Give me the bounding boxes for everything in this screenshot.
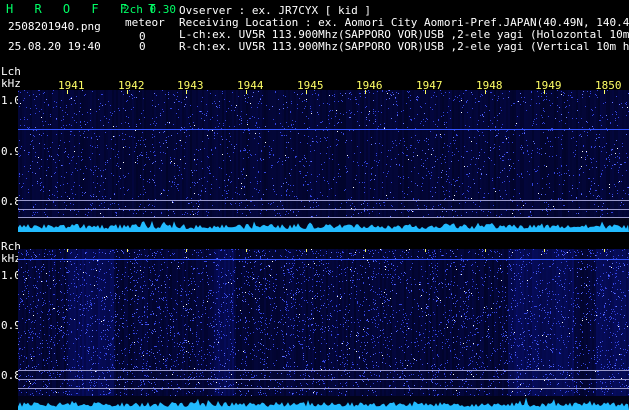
- lch-waterfall: [18, 90, 629, 232]
- meteor-count-rch: 0: [139, 40, 146, 53]
- lch-spectrogram: [18, 90, 629, 232]
- lch-label: Lch: [1, 65, 21, 78]
- rch-config-line: R-ch:ex. UV5R 113.900Mhz(SAPPORO VOR)USB…: [179, 40, 629, 53]
- lch-config-line: L-ch:ex. UV5R 113.900Mhz(SAPPORO VOR)USB…: [179, 28, 629, 41]
- observer-line: Ovserver : ex. JR7CYX [ kid ]: [179, 4, 372, 17]
- mode-label: 2ch 0.30: [123, 3, 176, 16]
- rch-waterfall: [18, 249, 629, 410]
- lch-unit: kHz: [1, 77, 21, 90]
- rch-spectrogram: [18, 249, 629, 410]
- meteor-label: meteor: [125, 16, 165, 29]
- location-line: Receiving Location : ex. Aomori City Aom…: [179, 16, 629, 29]
- datetime: 25.08.20 19:40: [8, 40, 101, 53]
- hrofft-window: H R O F F T 2ch 0.30 2508201940.png mete…: [0, 0, 629, 410]
- filename: 2508201940.png: [8, 20, 101, 33]
